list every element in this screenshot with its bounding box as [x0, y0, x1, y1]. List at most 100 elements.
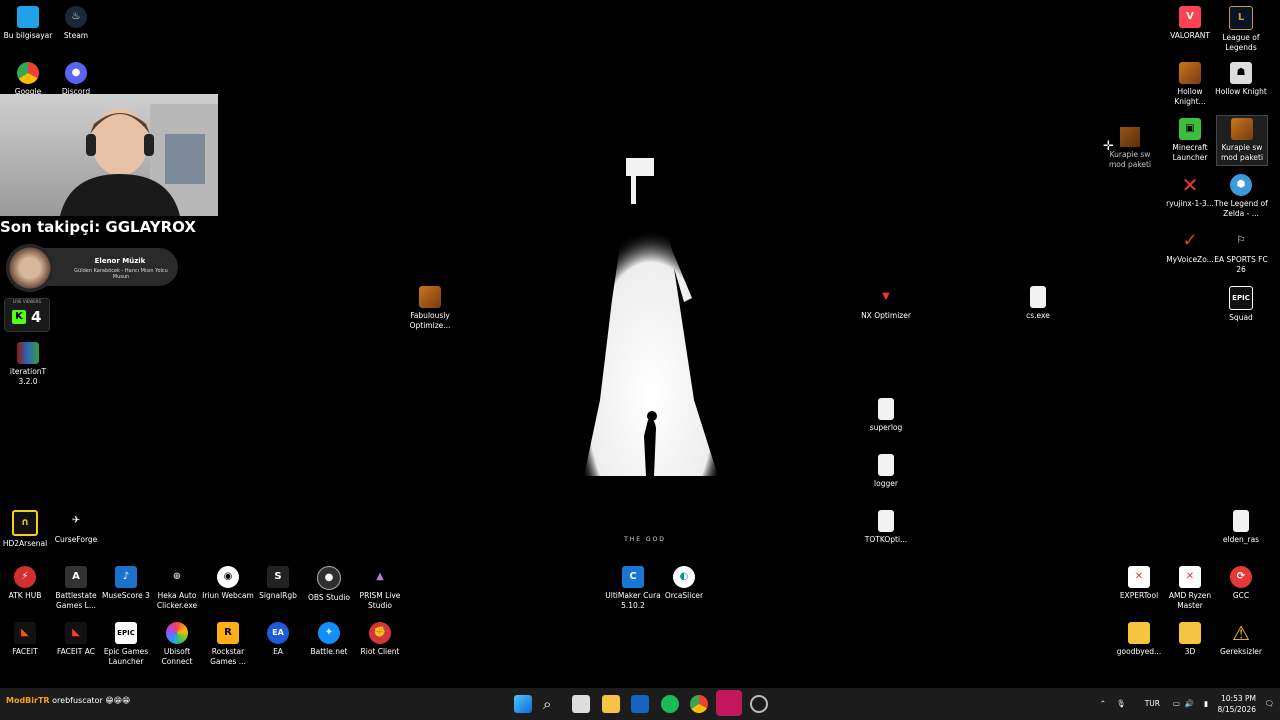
chrome-icon [17, 62, 39, 84]
desktop-icon-musescore[interactable]: ♪ MuseScore 3 [98, 566, 154, 601]
discord-taskbar-icon[interactable] [716, 690, 742, 716]
outlook-icon[interactable] [631, 695, 649, 713]
icon-label: Heka Auto Clicker.exe [156, 591, 198, 610]
faceit-ac-icon: ◣ [65, 622, 87, 644]
desktop-icon-ultimaker[interactable]: C UltiMaker Cura 5.10.2 [605, 566, 661, 611]
live-viewers-widget: LIVE VIEWERS K 4 [4, 298, 50, 332]
desktop-icon-gereksizler[interactable]: ⚠ Gereksizler [1213, 622, 1269, 657]
desktop-icon-experttool[interactable]: ✕ EXPERTool [1111, 566, 1167, 601]
icon-label: Battlestate Games L... [55, 591, 97, 610]
icon-label: Fabulously Optimize... [409, 311, 451, 330]
battlestate-icon: A [65, 566, 87, 588]
icon-label: League of Legends [1222, 33, 1260, 52]
winrar-icon [17, 342, 39, 364]
file-icon [878, 454, 894, 476]
file-explorer-icon[interactable] [602, 695, 620, 713]
icon-label: UltiMaker Cura 5.10.2 [605, 591, 661, 610]
signalrgb-icon: S [267, 566, 289, 588]
desktop-icon-eafc[interactable]: ⚐ EA SPORTS FC 26 [1213, 230, 1269, 275]
desktop-icon-lol[interactable]: L League of Legends [1213, 6, 1269, 53]
desktop-icon-hollow-knight-1[interactable]: Hollow Knight... [1162, 62, 1218, 107]
desktop-icon-faceit-ac[interactable]: ◣ FACEIT AC [48, 622, 104, 657]
clock-time: 10:53 PM [1221, 694, 1256, 703]
desktop-icon-epic-launcher[interactable]: EPIC Epic Games Launcher [98, 622, 154, 667]
desktop-icon-battlenet[interactable]: ✦ Battle.net [301, 622, 357, 657]
desktop-icon-rockstar[interactable]: R Rockstar Games ... [200, 622, 256, 667]
desktop-icon-superlog[interactable]: superlog [858, 398, 914, 433]
zelda-icon: ⬢ [1230, 174, 1252, 196]
desktop-icon-gcc[interactable]: ⟳ GCC [1213, 566, 1269, 601]
icon-label: iterationT 3.2.0 [9, 367, 47, 386]
icon-label: TOTKOpti... [864, 535, 908, 544]
start-button[interactable] [514, 695, 532, 713]
search-icon[interactable]: ⌕ [543, 695, 561, 713]
desktop-icon-steam[interactable]: ♨ Steam [48, 6, 104, 41]
desktop-icon-faceit[interactable]: ◣ FACEIT [0, 622, 53, 657]
chrome-icon[interactable] [690, 695, 708, 713]
icon-label: FACEIT AC [56, 647, 95, 656]
desktop-icon-orcaslicer[interactable]: ◐ OrcaSlicer [656, 566, 712, 601]
desktop-icon-goodbyed[interactable]: goodbyed... [1111, 622, 1167, 657]
webcam-overlay [0, 94, 218, 216]
store-icon[interactable] [572, 695, 590, 713]
chevron-up-icon[interactable]: ⌃ [1100, 699, 1106, 708]
spotify-icon[interactable] [661, 695, 679, 713]
desktop-icon-signalrgb[interactable]: S SignalRgb [250, 566, 306, 601]
network-icon[interactable]: ▭ [1173, 699, 1180, 708]
desktop-icon-obs[interactable]: ● OBS Studio [301, 566, 357, 603]
icon-label: EA SPORTS FC 26 [1214, 255, 1268, 274]
language-indicator[interactable]: TUR [1145, 699, 1160, 708]
creeper-icon: ▣ [1179, 118, 1201, 140]
rockstar-icon: R [217, 622, 239, 644]
epic-icon: EPIC [115, 622, 137, 644]
app-running-icon[interactable] [750, 695, 768, 713]
desktop-icon-logger[interactable]: logger [858, 454, 914, 489]
file-icon [1233, 510, 1249, 532]
desktop-icon-ubisoft[interactable]: Ubisoft Connect [149, 622, 205, 667]
ryujinx-icon: ✕ [1181, 173, 1199, 197]
music-widget: Elenor Müzik Gülden Karaböcek - Hancı Mı… [6, 244, 178, 292]
desktop-icon-kurapie[interactable]: Kurapie sw mod paketi [1216, 115, 1268, 166]
desktop-icon-valorant[interactable]: V VALORANT [1162, 6, 1218, 41]
desktop-icon-fabulously[interactable]: Fabulously Optimize... [402, 286, 458, 331]
clock[interactable]: 10:53 PM 8/15/2026 [1218, 693, 1256, 715]
prism-icon: ▲ [376, 571, 384, 582]
desktop-icon-hollow-knight-2[interactable]: ☗ Hollow Knight [1213, 62, 1269, 97]
settings-file-icon [878, 510, 894, 532]
icon-label: Rockstar Games ... [210, 647, 246, 666]
desktop-icon-myvoice[interactable]: ✓ MyVoiceZo... [1162, 230, 1218, 265]
desktop-icon-elden[interactable]: elden_ras [1213, 510, 1269, 545]
file-icon [1030, 286, 1046, 308]
icon-label: Steam [63, 31, 89, 40]
desktop-icon-hd2arsenal[interactable]: ∩ HD2Arsenal [0, 510, 53, 549]
battery-icon[interactable]: ▮ [1204, 699, 1208, 708]
desktop-icon-cs-exe[interactable]: cs.exe [1010, 286, 1066, 321]
ticker-message: orebfuscator 😁😁😁 [52, 696, 131, 705]
battlenet-icon: ✦ [318, 622, 340, 644]
desktop-icon-ryujinx[interactable]: ✕ ryujinx-1-3... [1162, 174, 1218, 209]
monitor-icon [17, 6, 39, 28]
volume-icon[interactable]: 🔊 [1185, 699, 1194, 708]
desktop-icon-nx-optimizer[interactable]: ▼ NX Optimizer [858, 286, 914, 321]
desktop-icon-riot[interactable]: ✊ Riot Client [352, 622, 408, 657]
desktop-icon-discord[interactable]: ● Discord [48, 62, 104, 97]
desktop-icon-atk-hub[interactable]: ⚡ ATK HUB [0, 566, 53, 601]
desktop-icon-ea[interactable]: EA EA [250, 622, 306, 657]
desktop-icon-battlestate[interactable]: A Battlestate Games L... [48, 566, 104, 611]
desktop-icon-totkopti[interactable]: TOTKOpti... [858, 510, 914, 545]
desktop-icon-curseforge[interactable]: ✈ CurseForge [48, 510, 104, 545]
desktop-icon-iriun[interactable]: ◉ Iriun Webcam [200, 566, 256, 601]
desktop-icon-zelda[interactable]: ⬢ The Legend of Zelda - ... [1213, 174, 1269, 219]
desktop-icon-minecraft[interactable]: ▣ Minecraft Launcher [1162, 118, 1218, 163]
microphone-icon[interactable]: 🎙 [1116, 699, 1126, 708]
desktop-icon-heka[interactable]: ⊕ Heka Auto Clicker.exe [149, 566, 205, 611]
desktop-icon-prism[interactable]: ▲ PRISM Live Studio [352, 566, 408, 611]
desktop-icon-squad[interactable]: EPIC Squad [1213, 286, 1269, 323]
faceit-icon: ◣ [14, 622, 36, 644]
desktop-icon-iterationt[interactable]: iterationT 3.2.0 [0, 342, 56, 387]
package-icon [419, 286, 441, 308]
viewers-count: 4 [31, 308, 42, 326]
notification-icon[interactable]: 🗨 [1264, 699, 1274, 708]
desktop-icon-amd[interactable]: ✕ AMD Ryzen Master [1162, 566, 1218, 611]
desktop-icon-3d[interactable]: 3D [1162, 622, 1218, 657]
